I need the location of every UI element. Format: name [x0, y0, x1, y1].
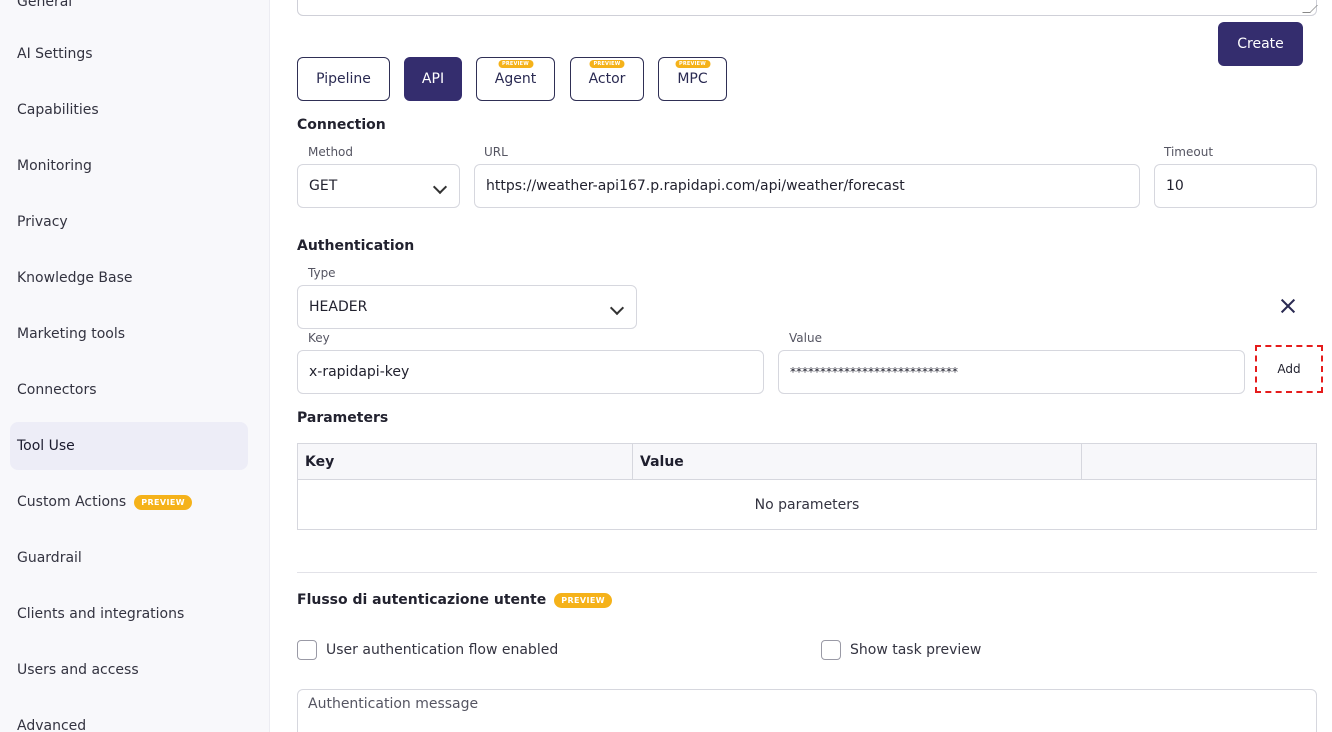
user-auth-title: Flusso di autenticazione utente — [297, 592, 547, 608]
sidebar-item-label: Advanced — [17, 718, 87, 732]
sidebar-item-ai-settings[interactable]: AI Settings — [10, 30, 248, 78]
connection-title: Connection — [297, 117, 386, 133]
sidebar-item-connectors[interactable]: Connectors — [10, 366, 248, 414]
method-value: GET — [309, 178, 338, 194]
url-value: https://weather-api167.p.rapidapi.com/ap… — [486, 178, 905, 194]
preview-badge: PREVIEW — [498, 60, 533, 68]
parameters-table: Key Value No parameters — [297, 443, 1317, 530]
url-input[interactable]: https://weather-api167.p.rapidapi.com/ap… — [474, 164, 1140, 208]
timeout-input[interactable]: 10 — [1154, 164, 1317, 208]
sidebar-item-guardrail[interactable]: Guardrail — [10, 534, 248, 582]
auth-key-value: x-rapidapi-key — [309, 364, 410, 380]
authentication-title: Authentication — [297, 238, 415, 254]
tab-mpc[interactable]: PREVIEW MPC — [658, 57, 727, 101]
sidebar-item-label: Knowledge Base — [17, 270, 133, 286]
auth-message-placeholder: Authentication message — [308, 696, 479, 712]
sidebar-item-privacy[interactable]: Privacy — [10, 198, 248, 246]
empty-state: No parameters — [754, 497, 860, 513]
method-select[interactable]: GET — [297, 164, 460, 208]
timeout-value: 10 — [1166, 178, 1184, 194]
auth-message-textarea[interactable]: Authentication message — [297, 689, 1317, 732]
sidebar: General AI Settings Capabilities Monitor… — [0, 0, 270, 732]
task-preview-label: Show task preview — [850, 642, 982, 658]
sidebar-item-label: General — [17, 0, 73, 10]
auth-value-label: Value — [789, 331, 822, 345]
sidebar-item-label: Custom Actions — [17, 494, 127, 510]
main-panel: Create Pipeline API PREVIEW Agent PREVIEW… — [270, 0, 1332, 732]
tab-label: API — [421, 71, 445, 87]
tab-actor[interactable]: PREVIEW Actor — [570, 57, 644, 101]
preview-badge: PREVIEW — [675, 60, 710, 68]
sidebar-item-label: Privacy — [17, 214, 68, 230]
task-preview-checkbox-row[interactable]: Show task preview — [821, 640, 981, 660]
sidebar-item-capabilities[interactable]: Capabilities — [10, 86, 248, 134]
sidebar-item-label: Users and access — [17, 662, 139, 678]
sidebar-item-knowledge-base[interactable]: Knowledge Base — [10, 254, 248, 302]
sidebar-item-label: Guardrail — [17, 550, 82, 566]
tab-label: Actor — [588, 71, 626, 87]
timeout-label: Timeout — [1164, 145, 1214, 159]
preview-badge: PREVIEW — [589, 60, 625, 68]
resize-handle-icon[interactable] — [1302, 5, 1318, 13]
auth-flow-label: User authentication flow enabled — [326, 642, 559, 658]
auth-flow-checkbox[interactable] — [297, 640, 317, 660]
sidebar-item-label: Monitoring — [17, 158, 92, 174]
auth-value-input[interactable]: **************************** — [778, 350, 1245, 394]
close-icon[interactable] — [1278, 296, 1298, 316]
preview-badge: PREVIEW — [134, 494, 192, 510]
sidebar-item-marketing-tools[interactable]: Marketing tools — [10, 310, 248, 358]
auth-key-input[interactable]: x-rapidapi-key — [297, 350, 764, 394]
sidebar-item-monitoring[interactable]: Monitoring — [10, 142, 248, 190]
sidebar-item-label: Connectors — [17, 382, 97, 398]
sidebar-item-label: Marketing tools — [17, 326, 126, 342]
chevron-down-icon — [609, 300, 625, 316]
preview-badge: PREVIEW — [554, 592, 612, 608]
sidebar-item-tool-use[interactable]: Tool Use — [10, 422, 248, 470]
sidebar-item-label: Clients and integrations — [17, 606, 185, 622]
section-divider — [297, 572, 1317, 573]
column-header-value: Value — [633, 444, 1082, 480]
tab-agent[interactable]: PREVIEW Agent — [476, 57, 555, 101]
sidebar-item-custom-actions[interactable]: Custom Actions PREVIEW — [10, 478, 248, 526]
user-auth-header: Flusso di autenticazione utente PREVIEW — [297, 592, 612, 608]
tab-label: Pipeline — [316, 71, 371, 87]
url-label: URL — [484, 145, 508, 159]
description-textarea[interactable] — [297, 0, 1318, 16]
tab-label: MPC — [677, 71, 708, 87]
sidebar-item-advanced[interactable]: Advanced — [10, 702, 248, 732]
task-preview-checkbox[interactable] — [821, 640, 841, 660]
tab-label: Agent — [494, 71, 537, 87]
auth-type-label: Type — [308, 266, 336, 280]
auth-key-label: Key — [308, 331, 330, 345]
sidebar-item-clients-integrations[interactable]: Clients and integrations — [10, 590, 248, 638]
sidebar-item-label: Tool Use — [17, 438, 75, 454]
column-header-key: Key — [298, 444, 633, 480]
sidebar-item-label: AI Settings — [17, 46, 93, 62]
auth-type-select[interactable]: HEADER — [297, 285, 637, 329]
create-button[interactable]: Create — [1218, 22, 1303, 66]
sidebar-item-general[interactable]: General — [10, 0, 248, 26]
chevron-down-icon — [432, 179, 448, 195]
sidebar-item-label: Capabilities — [17, 102, 99, 118]
add-button[interactable]: Add — [1255, 345, 1323, 393]
method-label: Method — [308, 145, 354, 159]
auth-value-masked: **************************** — [790, 365, 958, 379]
auth-flow-checkbox-row[interactable]: User authentication flow enabled — [297, 640, 558, 660]
auth-type-value: HEADER — [309, 299, 368, 315]
table-header: Key Value — [298, 444, 1316, 480]
parameters-title: Parameters — [297, 410, 389, 426]
tab-pipeline[interactable]: Pipeline — [297, 57, 390, 101]
tab-api[interactable]: API — [404, 57, 462, 101]
sidebar-item-users-access[interactable]: Users and access — [10, 646, 248, 694]
